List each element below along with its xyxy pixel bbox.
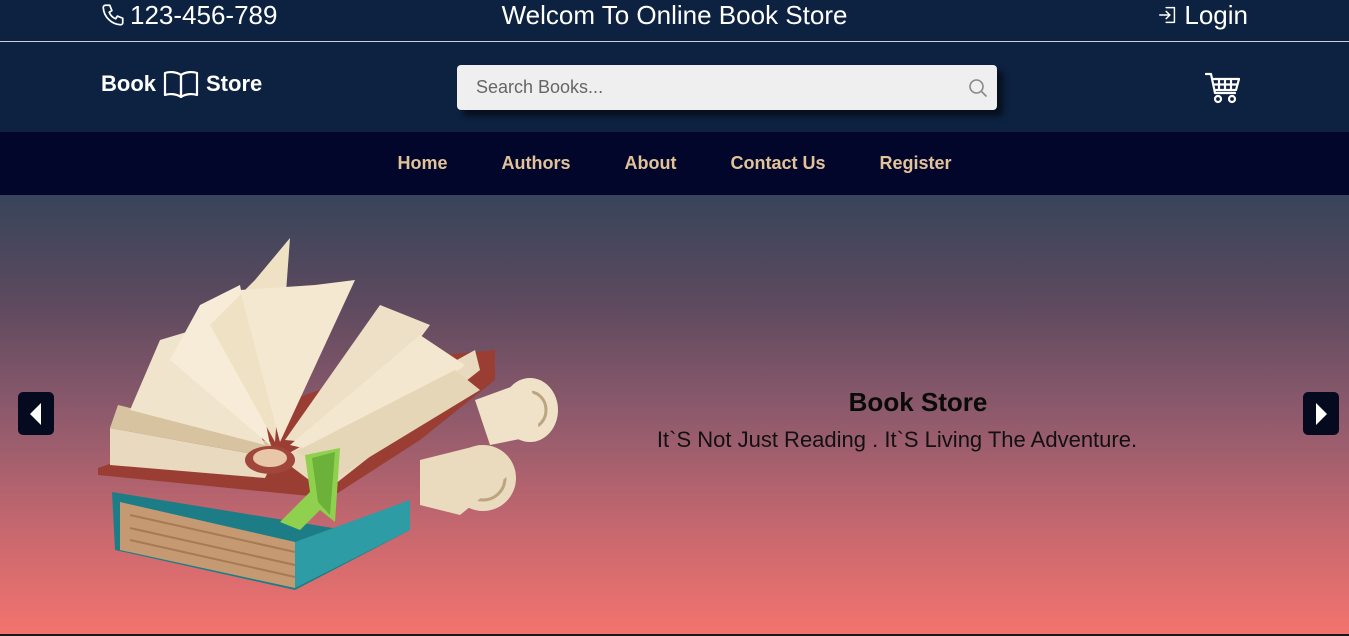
search-input[interactable] [457, 65, 937, 110]
open-books-illustration [98, 238, 558, 590]
nav-item-about[interactable]: About [624, 153, 676, 174]
site-logo[interactable]: Book Store [101, 70, 262, 98]
open-book-icon [163, 70, 199, 98]
header: Book Store [0, 42, 1349, 132]
search-icon[interactable] [968, 78, 988, 98]
cart-icon[interactable] [1205, 71, 1241, 105]
chevron-left-icon [30, 402, 41, 425]
login-icon [1159, 6, 1176, 24]
slider-prev-button[interactable] [18, 392, 54, 435]
chevron-right-icon [1316, 402, 1327, 425]
nav-item-contact-us[interactable]: Contact Us [730, 153, 825, 174]
slide-subtitle: It`S Not Just Reading . It`S Living The … [656, 427, 1138, 452]
phone-number: 123-456-789 [130, 0, 278, 30]
phone-icon [102, 4, 124, 26]
slider-next-button[interactable] [1303, 392, 1339, 435]
search-box [457, 65, 997, 110]
nav-item-home[interactable]: Home [397, 153, 447, 174]
phone-contact[interactable]: 123-456-789 [100, 1, 277, 29]
nav-item-authors[interactable]: Authors [501, 153, 570, 174]
main-nav: Home Authors About Contact Us Register [0, 132, 1349, 195]
top-bar: 123-456-789 Welcom To Online Book Store … [0, 0, 1349, 42]
login-label: Login [1184, 0, 1248, 30]
hero-slider: Book Store It`S Not Just Reading . It`S … [0, 195, 1349, 636]
login-link[interactable]: Login [1157, 1, 1248, 29]
logo-text-book: Book [101, 71, 156, 96]
logo-text-store: Store [206, 71, 263, 96]
nav-item-register[interactable]: Register [879, 153, 951, 174]
slide-title: Book Store [848, 387, 988, 417]
